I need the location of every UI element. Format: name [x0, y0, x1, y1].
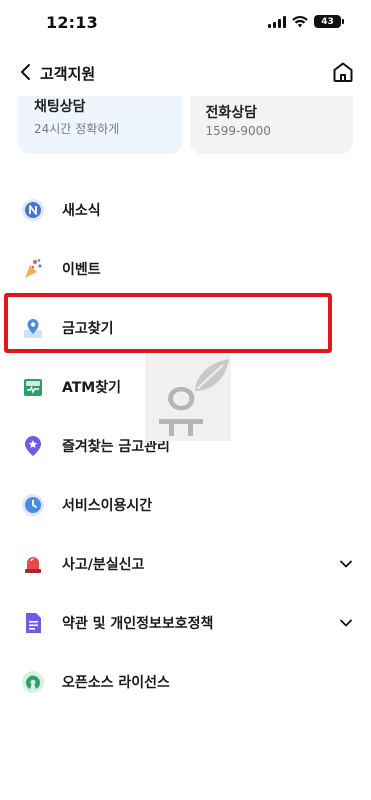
home-icon[interactable] [331, 60, 355, 84]
star-pin-icon [20, 433, 46, 459]
cellular-signal-icon [268, 15, 286, 28]
menu-item-label: 금고찾기 [62, 320, 114, 337]
svg-text:ㅇ: ㅇ [161, 375, 201, 426]
party-popper-icon [20, 256, 46, 282]
chat-consult-card[interactable]: 채팅상담 24시간 정확하게 [18, 96, 182, 154]
phone-consult-card[interactable]: 전화상담 1599-9000 [189, 96, 353, 154]
phone-consult-title: 전화상담 [205, 105, 258, 121]
menu-item-label: 약관 및 개인정보보호정책 [62, 615, 214, 632]
chevron-down-icon[interactable] [339, 557, 353, 571]
menu-item-label: 오픈소스 라이선스 [62, 674, 170, 691]
back-button[interactable] [14, 60, 36, 84]
menu-item-find-branch[interactable]: 금고찾기 [0, 298, 371, 357]
battery-icon: 43 [314, 15, 344, 28]
menu-item-news[interactable]: 새소식 [0, 180, 371, 239]
document-icon [20, 610, 46, 636]
chat-consult-subtitle: 24시간 정확하게 [34, 122, 120, 136]
status-bar: 12:13 43 [0, 0, 371, 46]
menu-item-events[interactable]: 이벤트 [0, 239, 371, 298]
location-pin-icon [20, 315, 46, 341]
menu-item-terms-privacy[interactable]: 약관 및 개인정보보호정책 [0, 593, 371, 652]
page-title: 고객지원 [40, 65, 96, 83]
menu-item-label: 서비스이용시간 [62, 497, 153, 514]
phone-consult-number: 1599-9000 [205, 124, 271, 138]
atm-icon [20, 374, 46, 400]
wifi-icon [292, 15, 308, 27]
menu-item-label: ATM찾기 [62, 379, 121, 396]
menu-item-label: 이벤트 [62, 261, 101, 278]
chevron-left-icon [21, 64, 30, 80]
chevron-down-icon[interactable] [339, 616, 353, 630]
siren-icon [20, 551, 46, 577]
menu-item-open-source[interactable]: 오픈소스 라이선스 [0, 652, 371, 711]
menu-item-label: 사고/분실신고 [62, 556, 145, 573]
watermark: ㅇ [145, 355, 231, 441]
chat-consult-title: 채팅상담 [34, 99, 86, 115]
news-n-icon [20, 197, 46, 223]
clock-icon [20, 492, 46, 518]
open-source-icon [20, 669, 46, 695]
menu-item-service-hours[interactable]: 서비스이용시간 [0, 475, 371, 534]
menu-item-accident-report[interactable]: 사고/분실신고 [0, 534, 371, 593]
consultation-cards: 채팅상담 24시간 정확하게 전화상담 1599-9000 [18, 96, 353, 154]
status-icons: 43 [268, 15, 344, 28]
status-time: 12:13 [46, 13, 98, 32]
header: 고객지원 [0, 52, 371, 92]
leaf-icon: ㅇ [159, 359, 229, 436]
menu-item-label: 새소식 [62, 202, 101, 219]
support-menu: 새소식 이벤트 금고찾기 ATM찾기 즐겨찾는 금고관리 서비스이용시간 사고/… [0, 180, 371, 711]
